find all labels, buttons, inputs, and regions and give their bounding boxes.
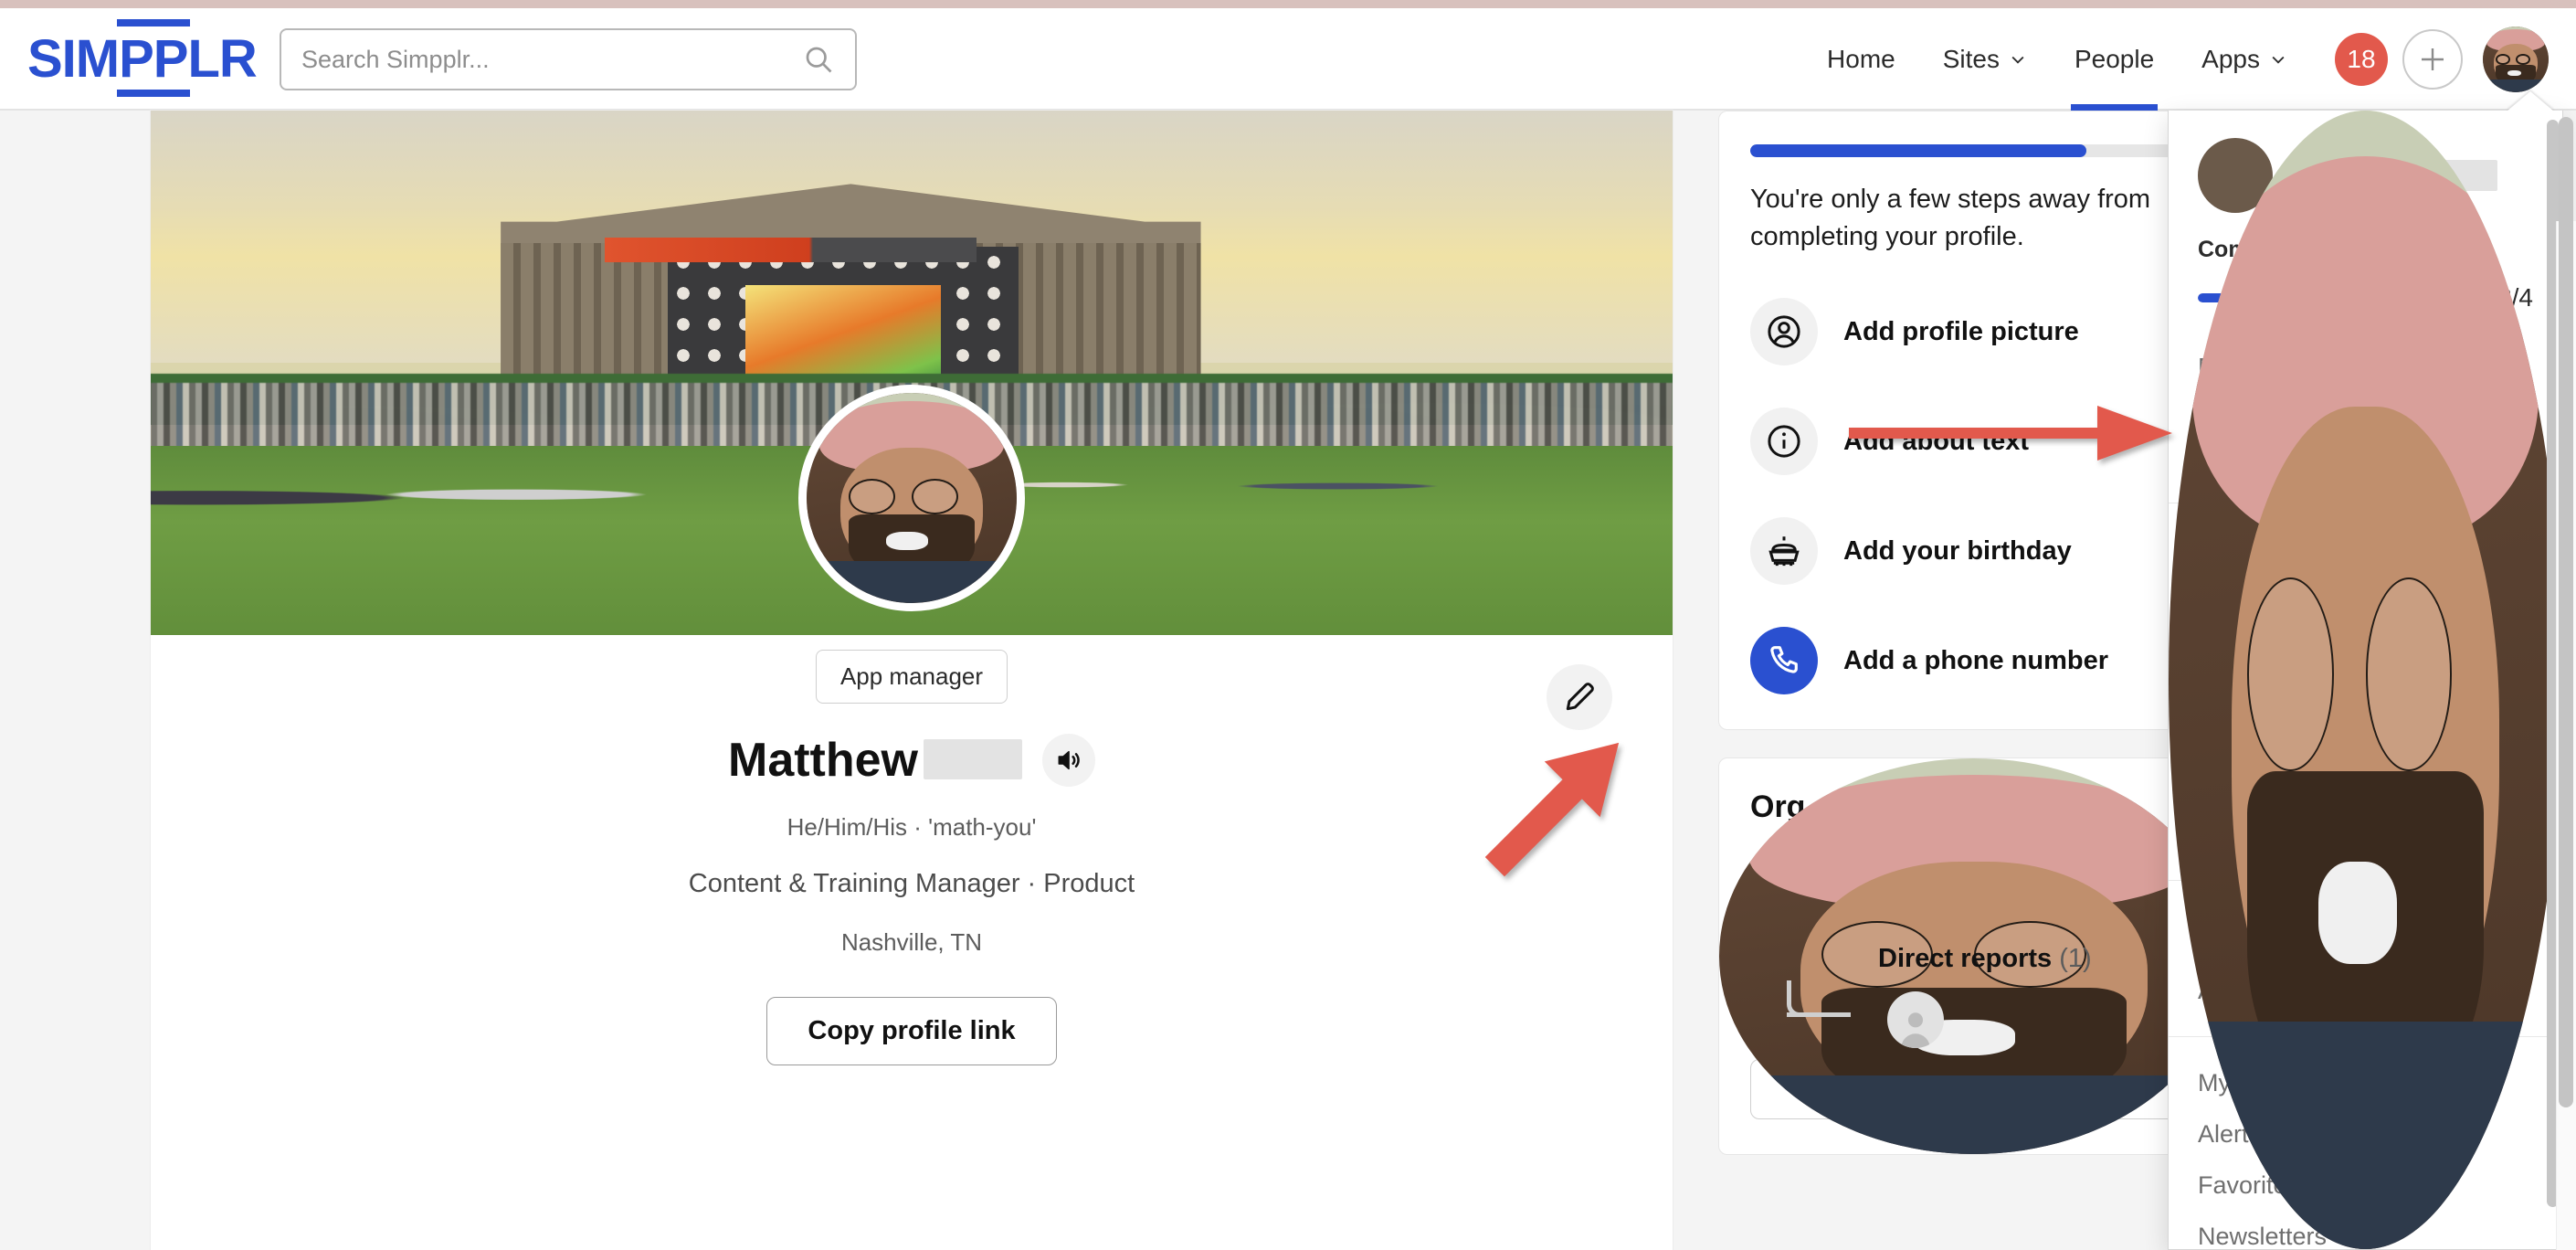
user-circle-icon xyxy=(1750,298,1818,366)
search-input[interactable] xyxy=(301,45,802,74)
profile-first-name: Matthew xyxy=(728,734,918,787)
avatar xyxy=(2169,111,2562,1249)
role-chip[interactable]: App manager xyxy=(815,650,1008,704)
step-label: Add about text xyxy=(1843,426,2029,456)
profile-identity: App manager Matthew He/Him/His · 'math-y… xyxy=(151,650,1673,1065)
pronounce-name-button[interactable] xyxy=(1042,734,1095,787)
profile-main-column: App manager Matthew He/Him/His · 'math-y… xyxy=(151,111,1673,1250)
profile-title: Content & Training Manager · Product xyxy=(688,869,1135,898)
browser-top-strip xyxy=(0,0,2576,8)
step-add-birthday[interactable]: Add your birthday xyxy=(1750,517,2198,586)
direct-reports-block: Direct reports (1) xyxy=(1878,944,2092,974)
simpplr-logo[interactable]: SIM PP LR xyxy=(27,19,258,97)
notification-badge[interactable]: 18 xyxy=(2335,33,2388,86)
nav-label-home: Home xyxy=(1827,45,1895,73)
complete-profile-card: You're only a few steps away from comple… xyxy=(1718,111,2230,731)
info-circle-icon xyxy=(1750,408,1818,476)
nav-label-people: People xyxy=(2074,45,2155,73)
direct-reports-label: Direct reports (1) xyxy=(1878,944,2092,974)
profile-name-row: Matthew xyxy=(151,733,1673,788)
chevron-down-icon xyxy=(2011,56,2024,64)
search-box[interactable] xyxy=(280,28,857,90)
step-label: Add your birthday xyxy=(1843,535,2072,566)
add-content-button[interactable] xyxy=(2402,29,2463,90)
profile-picture[interactable] xyxy=(798,385,1025,611)
direct-reports-text: Direct reports xyxy=(1878,944,2053,974)
avatar xyxy=(2483,26,2549,92)
notification-count: 18 xyxy=(2347,45,2376,73)
step-label: Add a phone number xyxy=(1843,645,2108,675)
nav-item-people[interactable]: People xyxy=(2051,8,2178,111)
search-icon xyxy=(806,47,832,73)
plus-icon xyxy=(2422,48,2444,70)
org-chart-branch: Direct reports (1) xyxy=(1750,940,2198,1050)
chevron-down-icon xyxy=(2272,56,2285,64)
step-label: Add profile picture xyxy=(1843,316,2079,346)
org-chart-self[interactable]: Matthew Content & Training Manager xyxy=(1719,758,2229,1155)
step-add-about-text[interactable]: Add about text xyxy=(1750,408,2198,476)
avatar xyxy=(807,393,1017,603)
avatar xyxy=(1719,758,2229,1155)
step-add-phone-number[interactable]: Add a phone number xyxy=(1750,627,2198,695)
nav-label-sites: Sites xyxy=(1942,45,2000,73)
nav-item-sites[interactable]: Sites xyxy=(1919,8,2051,111)
org-branch-connector xyxy=(1787,980,1823,1018)
step-add-profile-picture[interactable]: Add profile picture xyxy=(1750,298,2198,366)
phone-icon xyxy=(1750,627,1818,695)
redacted-last-name xyxy=(924,739,1022,779)
logo-part-sim: SIM xyxy=(27,29,120,89)
main-nav: Home Sites People Apps 18 xyxy=(1803,8,2549,111)
complete-profile-copy: You're only a few steps away from comple… xyxy=(1750,185,2151,252)
dropdown-caret xyxy=(2507,91,2554,111)
nav-item-home[interactable]: Home xyxy=(1803,8,1919,111)
app-header: SIMPPLR Home Sites People Apps xyxy=(0,8,2576,111)
logo-part-lr: LR xyxy=(187,29,258,89)
profile-sidebar-column: You're only a few steps away from comple… xyxy=(1718,111,2230,1182)
profile-location: Nashville, TN xyxy=(840,928,983,956)
dropdown-user-row[interactable]: Matthew xyxy=(2169,111,2562,1249)
complete-progress-track xyxy=(1750,144,2198,157)
nav-item-apps[interactable]: Apps xyxy=(2178,8,2311,111)
person-placeholder-icon xyxy=(1901,1012,1930,1049)
logo-part-pp: PP xyxy=(117,19,190,97)
profile-avatar-button[interactable] xyxy=(2483,26,2549,92)
page-scrollbar-thumb[interactable] xyxy=(2559,117,2573,1107)
org-branch-hline xyxy=(1787,1012,1851,1018)
direct-report-avatar[interactable] xyxy=(1887,991,1944,1049)
profile-dropdown-panel: Matthew Complete your profile 3/4 My set… xyxy=(2168,111,2563,1250)
complete-progress-fill xyxy=(1750,144,2086,157)
nav-label-apps: Apps xyxy=(2201,45,2260,73)
org-chart-card: Org chart Matthew Content & Traini xyxy=(1718,757,2230,1156)
birthday-cake-icon xyxy=(1750,517,1818,586)
speaker-icon xyxy=(1058,750,1080,770)
profile-pronouns: He/Him/His · 'math-you' xyxy=(787,813,1037,841)
page-title: Matthew xyxy=(728,733,1022,788)
direct-reports-count: (1) xyxy=(2059,944,2092,974)
copy-profile-link-button[interactable]: Copy profile link xyxy=(766,997,1057,1065)
